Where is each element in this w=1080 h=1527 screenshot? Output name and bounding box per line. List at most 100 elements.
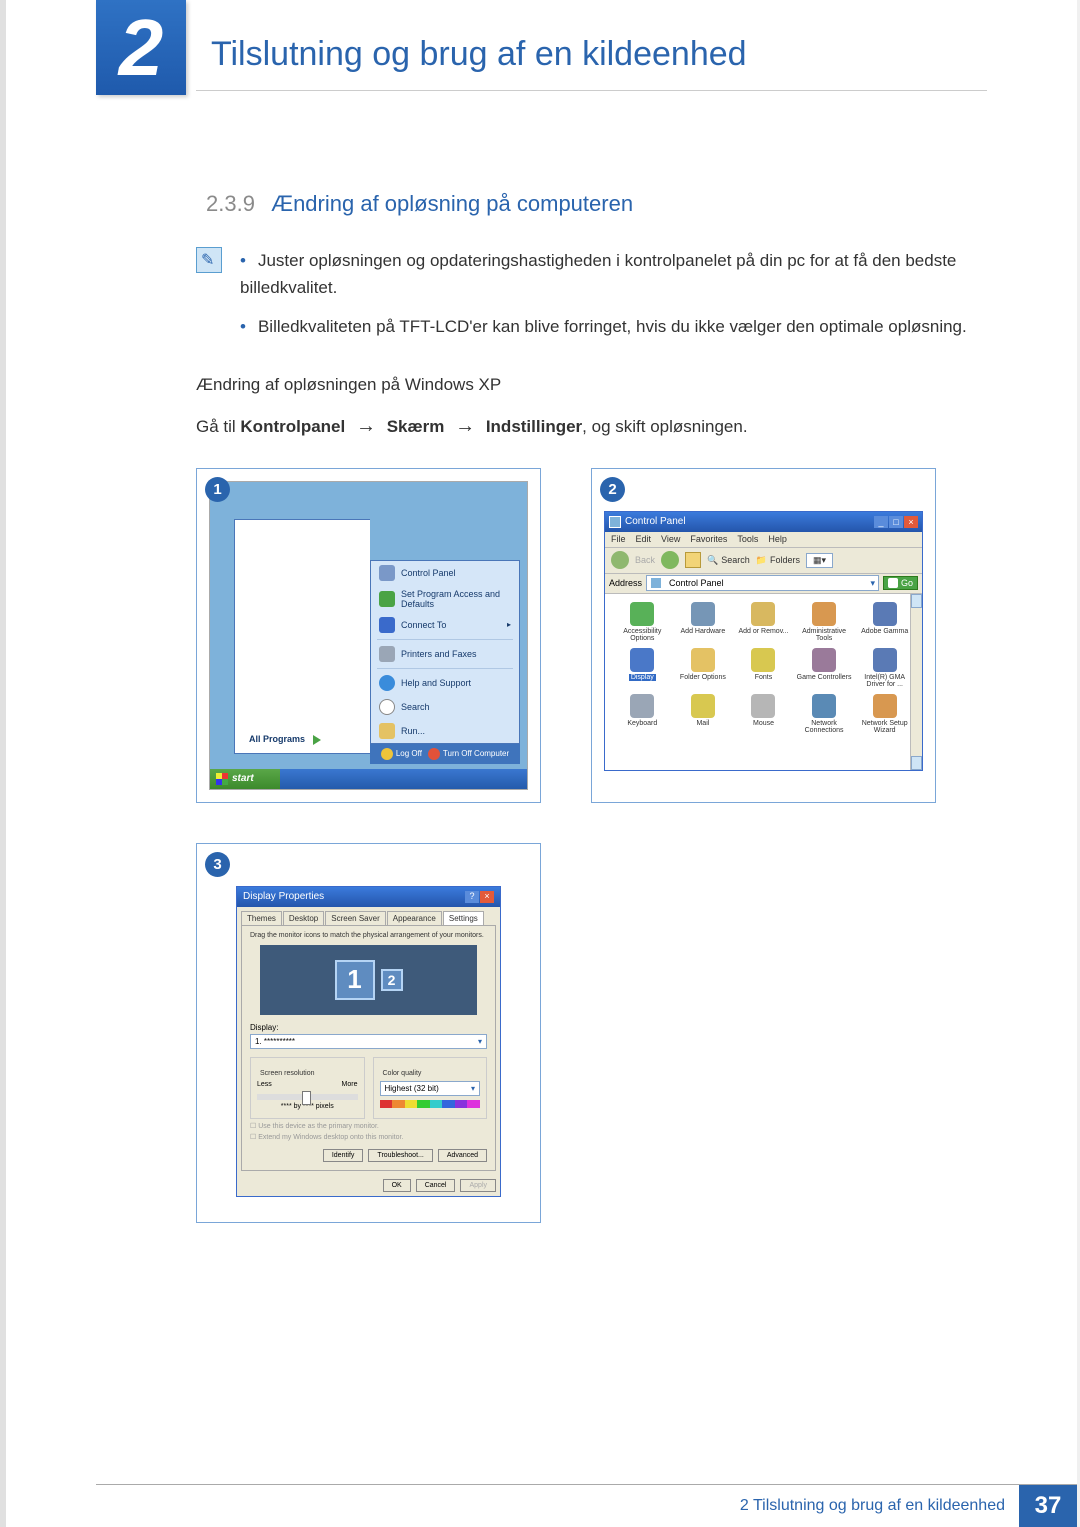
control-panel-item[interactable]: Mail [674, 694, 733, 734]
control-panel-item[interactable]: Display [613, 648, 672, 688]
control-panel-item[interactable]: Add Hardware [674, 602, 733, 642]
control-panel-item[interactable]: Fonts [734, 648, 793, 688]
control-panel-item-label: Game Controllers [797, 674, 852, 681]
menu-item-printers-faxes[interactable]: Printers and Faxes [371, 642, 519, 666]
control-panel-item-label: Mouse [753, 720, 774, 727]
menu-tools[interactable]: Tools [737, 534, 758, 544]
close-button[interactable]: × [480, 891, 494, 903]
section-title: Ændring af opløsning på computeren [271, 191, 633, 216]
control-panel-item[interactable]: Keyboard [613, 694, 672, 734]
control-panel-item[interactable]: Adobe Gamma [855, 602, 914, 642]
menu-file[interactable]: File [611, 534, 626, 544]
monitor-arrangement[interactable]: 1 2 [260, 945, 477, 1015]
apply-button[interactable]: Apply [460, 1179, 496, 1192]
display-label: Display: [250, 1023, 487, 1032]
page-footer: 2 Tilslutning og brug af en kildeenhed 3… [740, 1485, 1077, 1527]
all-programs[interactable]: All Programs [249, 734, 321, 745]
start-menu-left-panel: All Programs [234, 519, 370, 754]
up-button[interactable] [685, 552, 701, 568]
program-access-icon [379, 591, 395, 607]
cancel-button[interactable]: Cancel [416, 1179, 456, 1192]
help-button[interactable]: ? [465, 891, 479, 903]
window-title: Display Properties [243, 891, 324, 902]
menu-item-search[interactable]: Search [371, 695, 519, 719]
log-off-button[interactable]: Log Off [381, 748, 422, 760]
menu-item-connect-to[interactable]: Connect To ▸ [371, 613, 519, 637]
control-panel-item-icon [812, 648, 836, 672]
control-panel-item-icon [751, 602, 775, 626]
control-panel-item-label: Fonts [755, 674, 773, 681]
tab-appearance[interactable]: Appearance [387, 911, 442, 925]
extend-desktop-checkbox[interactable]: ☐ Extend my Windows desktop onto this mo… [250, 1133, 487, 1141]
path-step-1: Kontrolpanel [240, 417, 345, 436]
control-panel-item[interactable]: Administrative Tools [795, 602, 854, 642]
chapter-title: Tilslutning og brug af en kildeenhed [211, 35, 747, 74]
close-button[interactable]: × [904, 516, 918, 528]
control-panel-item-label: Network Setup Wizard [855, 720, 914, 734]
control-panel-item-icon [630, 602, 654, 626]
search-icon [379, 699, 395, 715]
folders-button[interactable]: 📁Folders [756, 555, 800, 566]
path-step-3: Indstillinger [486, 417, 582, 436]
control-panel-item[interactable]: Intel(R) GMA Driver for ... [855, 648, 914, 688]
go-button[interactable]: Go [883, 576, 918, 590]
control-panel-item[interactable]: Network Connections [795, 694, 854, 734]
tab-settings[interactable]: Settings [443, 911, 484, 925]
window-title: Control Panel [625, 516, 686, 527]
control-panel-item-icon [873, 602, 897, 626]
views-button[interactable]: ▦▾ [806, 553, 833, 568]
menu-favorites[interactable]: Favorites [690, 534, 727, 544]
back-button[interactable] [611, 551, 629, 569]
ok-button[interactable]: OK [383, 1179, 411, 1192]
control-panel-item[interactable]: Mouse [734, 694, 793, 734]
chapter-header: 2 Tilslutning og brug af en kildeenhed [6, 0, 1077, 120]
dialog-buttons: OK Cancel Apply [237, 1175, 500, 1196]
color-quality-combo[interactable]: Highest (32 bit) [380, 1081, 481, 1096]
control-panel-item[interactable]: Accessibility Options [613, 602, 672, 642]
display-combo[interactable]: 1. ********** [250, 1034, 487, 1049]
identify-button[interactable]: Identify [323, 1149, 364, 1162]
printer-icon [379, 646, 395, 662]
connect-to-icon [379, 617, 395, 633]
search-button[interactable]: 🔍Search [707, 555, 750, 566]
troubleshoot-button[interactable]: Troubleshoot... [368, 1149, 432, 1162]
resolution-slider[interactable] [257, 1094, 358, 1100]
monitor-2[interactable]: 2 [381, 969, 403, 991]
control-panel-item[interactable]: Network Setup Wizard [855, 694, 914, 734]
display-properties-window: Display Properties ? × Themes Desktop Sc… [236, 886, 501, 1197]
tab-screensaver[interactable]: Screen Saver [325, 911, 385, 925]
primary-monitor-checkbox[interactable]: ☐ Use this device as the primary monitor… [250, 1122, 487, 1130]
start-button[interactable]: start [210, 769, 280, 789]
resolution-group: Screen resolution Less More **** by ****… [250, 1057, 365, 1119]
run-icon [379, 723, 395, 739]
tab-desktop[interactable]: Desktop [283, 911, 324, 925]
control-panel-item-icon [873, 694, 897, 718]
control-panel-item[interactable]: Folder Options [674, 648, 733, 688]
minimize-button[interactable]: _ [874, 516, 888, 528]
menu-item-program-access[interactable]: Set Program Access and Defaults [371, 585, 519, 613]
control-panel-item-icon [751, 648, 775, 672]
control-panel-item-icon [691, 694, 715, 718]
forward-button[interactable] [661, 551, 679, 569]
control-panel-item[interactable]: Game Controllers [795, 648, 854, 688]
control-panel-item-icon [751, 694, 775, 718]
menu-item-control-panel[interactable]: Control Panel [371, 561, 519, 585]
address-input[interactable]: Control Panel ▾ [646, 575, 879, 591]
menu-item-help-support[interactable]: Help and Support [371, 671, 519, 695]
control-panel-item[interactable]: Add or Remov... [734, 602, 793, 642]
display-checkboxes: ☐ Use this device as the primary monitor… [250, 1122, 487, 1141]
monitor-1[interactable]: 1 [335, 960, 375, 1000]
menu-view[interactable]: View [661, 534, 680, 544]
menu-edit[interactable]: Edit [636, 534, 652, 544]
menu-item-run[interactable]: Run... [371, 719, 519, 743]
maximize-button[interactable]: □ [889, 516, 903, 528]
tab-themes[interactable]: Themes [241, 911, 282, 925]
scrollbar[interactable] [910, 594, 922, 770]
window-titlebar: Display Properties ? × [237, 887, 500, 907]
menu-help[interactable]: Help [768, 534, 787, 544]
control-panel-icon [609, 516, 621, 528]
help-icon [379, 675, 395, 691]
advanced-button[interactable]: Advanced [438, 1149, 487, 1162]
turn-off-button[interactable]: Turn Off Computer [428, 748, 509, 760]
control-panel-item-icon [873, 648, 897, 672]
